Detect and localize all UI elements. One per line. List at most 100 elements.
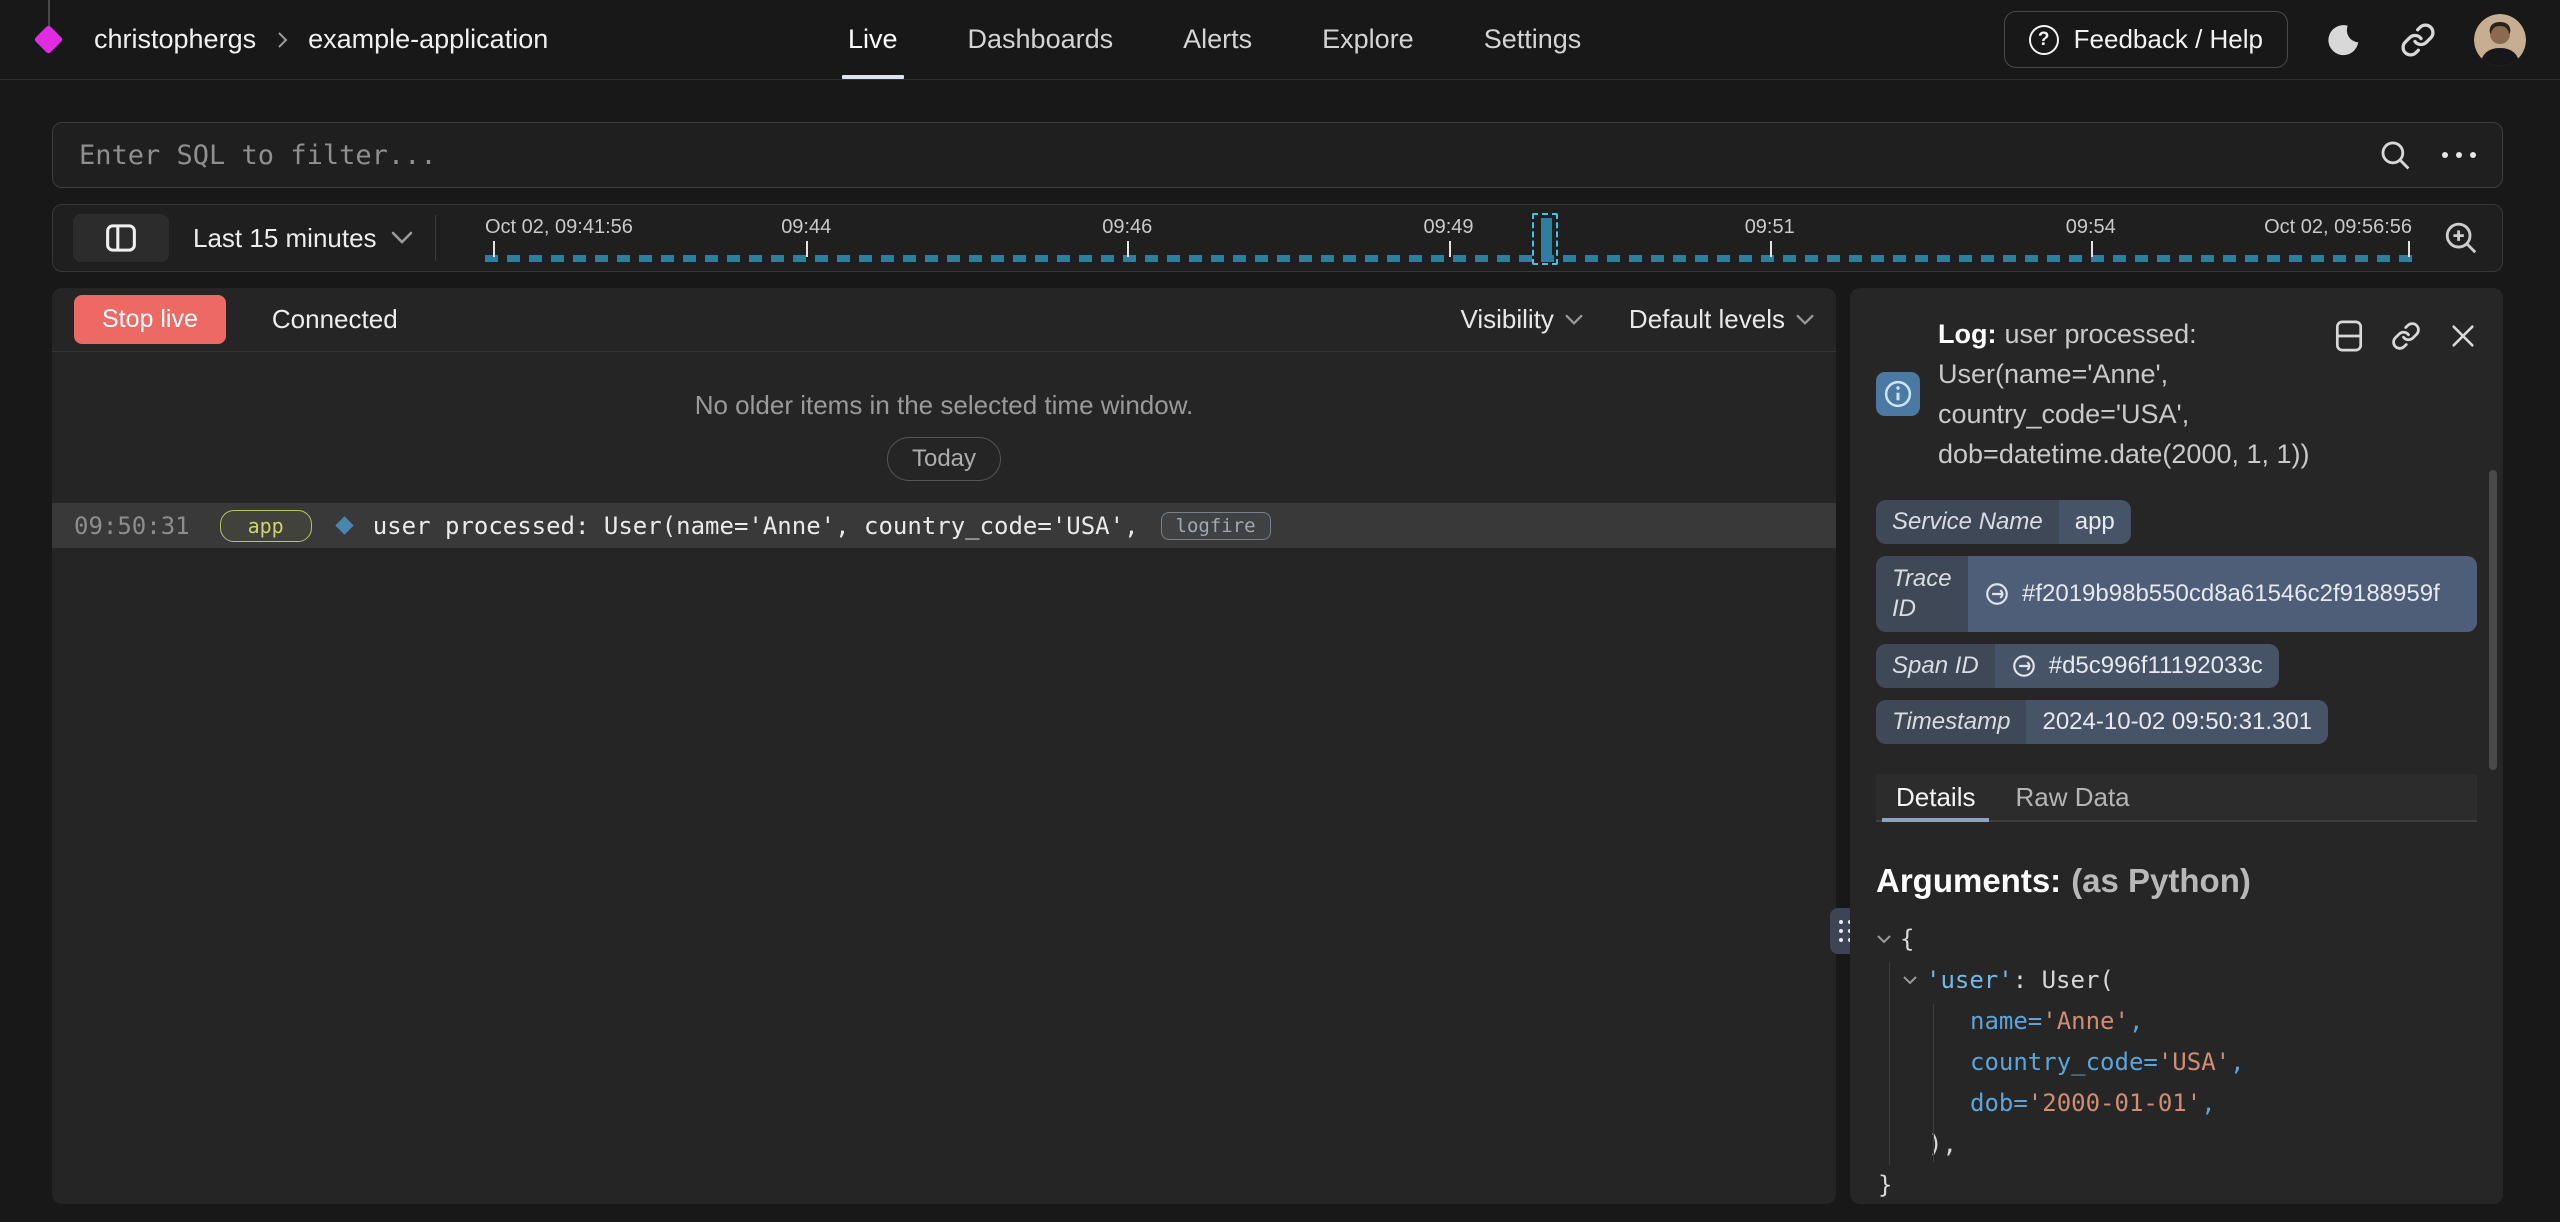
feedback-help-label: Feedback / Help	[2074, 24, 2263, 55]
breadcrumb: christophergs example-application	[94, 24, 548, 55]
collapse-chevron-icon[interactable]	[1876, 934, 1892, 944]
top-nav: christophergs example-application Live D…	[0, 0, 2560, 80]
chip-label: Trace ID	[1876, 556, 1968, 632]
timeline-tick: 09:49	[1423, 216, 1473, 239]
indent-guide	[1933, 1004, 1934, 1162]
sql-filter-input[interactable]	[79, 140, 2378, 171]
code-line: {	[1876, 918, 2477, 959]
search-icon[interactable]	[2378, 138, 2412, 172]
default-levels-label: Default levels	[1629, 304, 1785, 335]
service-name-chip: Service Name app	[1876, 500, 2131, 544]
detail-title-prefix: Log:	[1938, 319, 1996, 349]
service-badge: app	[220, 510, 312, 542]
today-button[interactable]: Today	[887, 437, 1001, 481]
trace-id-chip[interactable]: Trace ID #f2019b98b550cd8a61546c2f918895…	[1876, 556, 2477, 632]
arguments-title: Arguments:	[1876, 862, 2061, 899]
timeline-tick: 09:44	[781, 216, 831, 239]
time-range-selector[interactable]: Last 15 minutes	[193, 223, 413, 254]
link-icon[interactable]	[2400, 22, 2436, 58]
logo-stem	[48, 0, 50, 28]
visibility-label: Visibility	[1460, 304, 1553, 335]
timeline[interactable]: Oct 02, 09:41:56 09:44 09:46 09:49 09:51…	[485, 205, 2412, 271]
tick-mark	[493, 241, 495, 257]
zoom-in-icon[interactable]	[2442, 219, 2480, 257]
connection-status: Connected	[272, 304, 398, 335]
moon-icon[interactable]	[2326, 22, 2362, 58]
copy-link-icon[interactable]	[2391, 320, 2421, 352]
close-icon[interactable]	[2449, 320, 2477, 352]
timeline-tick-start: Oct 02, 09:41:56	[485, 216, 633, 239]
arguments-subtitle: (as Python)	[2071, 862, 2251, 899]
live-view-header: Stop live Connected Visibility Default l…	[52, 288, 1836, 352]
question-circle-icon: ?	[2029, 25, 2059, 55]
feedback-help-button[interactable]: ? Feedback / Help	[2004, 11, 2288, 68]
visibility-dropdown[interactable]: Visibility	[1460, 304, 1582, 335]
code-line: }	[1876, 1164, 2477, 1204]
span-id-value: #d5c996f11192033c	[2049, 652, 2263, 680]
sidebar-toggle-button[interactable]	[73, 214, 169, 262]
indent-guide	[1889, 962, 1890, 1165]
breadcrumb-project[interactable]: example-application	[308, 24, 548, 55]
code-line: ),	[1876, 1123, 2477, 1164]
code-line: 'user': User(	[1876, 959, 2477, 1000]
live-view-panel: Stop live Connected Visibility Default l…	[52, 288, 1836, 1204]
arguments-code-block: { 'user': User( name='Anne', country_cod…	[1876, 918, 2477, 1204]
chip-label: Timestamp	[1876, 700, 2026, 744]
tab-details[interactable]: Details	[1876, 774, 1995, 820]
timeline-tick: 09:51	[1745, 216, 1795, 239]
trace-id-value: #f2019b98b550cd8a61546c2f9188959f	[2022, 580, 2440, 608]
logfire-logo[interactable]	[36, 27, 62, 53]
avatar[interactable]	[2474, 14, 2526, 66]
link-icon	[2011, 653, 2037, 679]
logo-diamond-icon	[34, 24, 64, 54]
collapse-chevron-icon[interactable]	[1902, 975, 1918, 985]
tick-mark	[806, 241, 808, 257]
timeline-histogram-spike	[1541, 218, 1552, 260]
detail-title: Log:user processed: User(name='Anne', co…	[1938, 314, 2370, 474]
log-row-time: 09:50:31	[74, 512, 190, 540]
timebar-divider	[435, 215, 436, 261]
tab-dashboards[interactable]: Dashboards	[968, 0, 1114, 79]
timeline-tick-end: Oct 02, 09:56:56	[2264, 216, 2412, 239]
breadcrumb-org[interactable]: christophergs	[94, 24, 256, 55]
tick-mark	[1770, 241, 1772, 257]
chevron-down-icon	[391, 231, 413, 245]
timeline-tick: 09:46	[1102, 216, 1152, 239]
default-levels-dropdown[interactable]: Default levels	[1629, 304, 1814, 335]
chip-label: Service Name	[1876, 500, 2059, 544]
timestamp-chip: Timestamp 2024-10-02 09:50:31.301	[1876, 700, 2328, 744]
split-panel-icon[interactable]	[2335, 320, 2363, 352]
logfire-app: christophergs example-application Live D…	[0, 0, 2560, 1222]
scope-badge: logfire	[1161, 512, 1271, 540]
chevron-right-icon	[272, 30, 292, 50]
tab-alerts[interactable]: Alerts	[1183, 0, 1252, 79]
attribute-chips: Service Name app Trace ID #f2019b98b550c…	[1876, 500, 2477, 744]
span-id-chip[interactable]: Span ID #d5c996f11192033c	[1876, 644, 2279, 688]
time-range-label: Last 15 minutes	[193, 223, 377, 254]
tab-live[interactable]: Live	[848, 0, 898, 79]
code-line: country_code='USA',	[1876, 1041, 2477, 1082]
tab-settings[interactable]: Settings	[1484, 0, 1582, 79]
chevron-down-icon	[1796, 314, 1814, 326]
nav-tabs: Live Dashboards Alerts Explore Settings	[848, 0, 1581, 79]
nav-right-cluster: ? Feedback / Help	[2004, 0, 2526, 79]
log-detail-panel: Log:user processed: User(name='Anne', co…	[1850, 288, 2503, 1204]
log-row-message: user processed: User(name='Anne', countr…	[373, 512, 1139, 540]
tab-raw-data[interactable]: Raw Data	[1995, 774, 2149, 820]
time-range-bar: Last 15 minutes Oct 02, 09:41:56 09:44 0…	[52, 204, 2503, 272]
arguments-heading: Arguments: (as Python)	[1876, 862, 2477, 900]
timeline-selection-marker[interactable]	[1532, 213, 1558, 265]
link-icon	[1984, 581, 2010, 607]
ellipsis-menu-icon[interactable]	[2442, 152, 2476, 158]
tick-mark	[2408, 241, 2410, 257]
detail-tabs: Details Raw Data	[1876, 774, 2477, 822]
stop-live-button[interactable]: Stop live	[74, 295, 226, 344]
timestamp-value: 2024-10-02 09:50:31.301	[2026, 700, 2328, 744]
sql-filter-bar	[52, 122, 2503, 188]
tab-explore[interactable]: Explore	[1322, 0, 1414, 79]
timeline-tick: 09:54	[2066, 216, 2116, 239]
log-row[interactable]: 09:50:31 app user processed: User(name='…	[52, 503, 1836, 548]
tick-mark	[1127, 241, 1129, 257]
detail-scrollbar-thumb[interactable]	[2489, 470, 2497, 770]
info-icon	[1876, 372, 1920, 416]
